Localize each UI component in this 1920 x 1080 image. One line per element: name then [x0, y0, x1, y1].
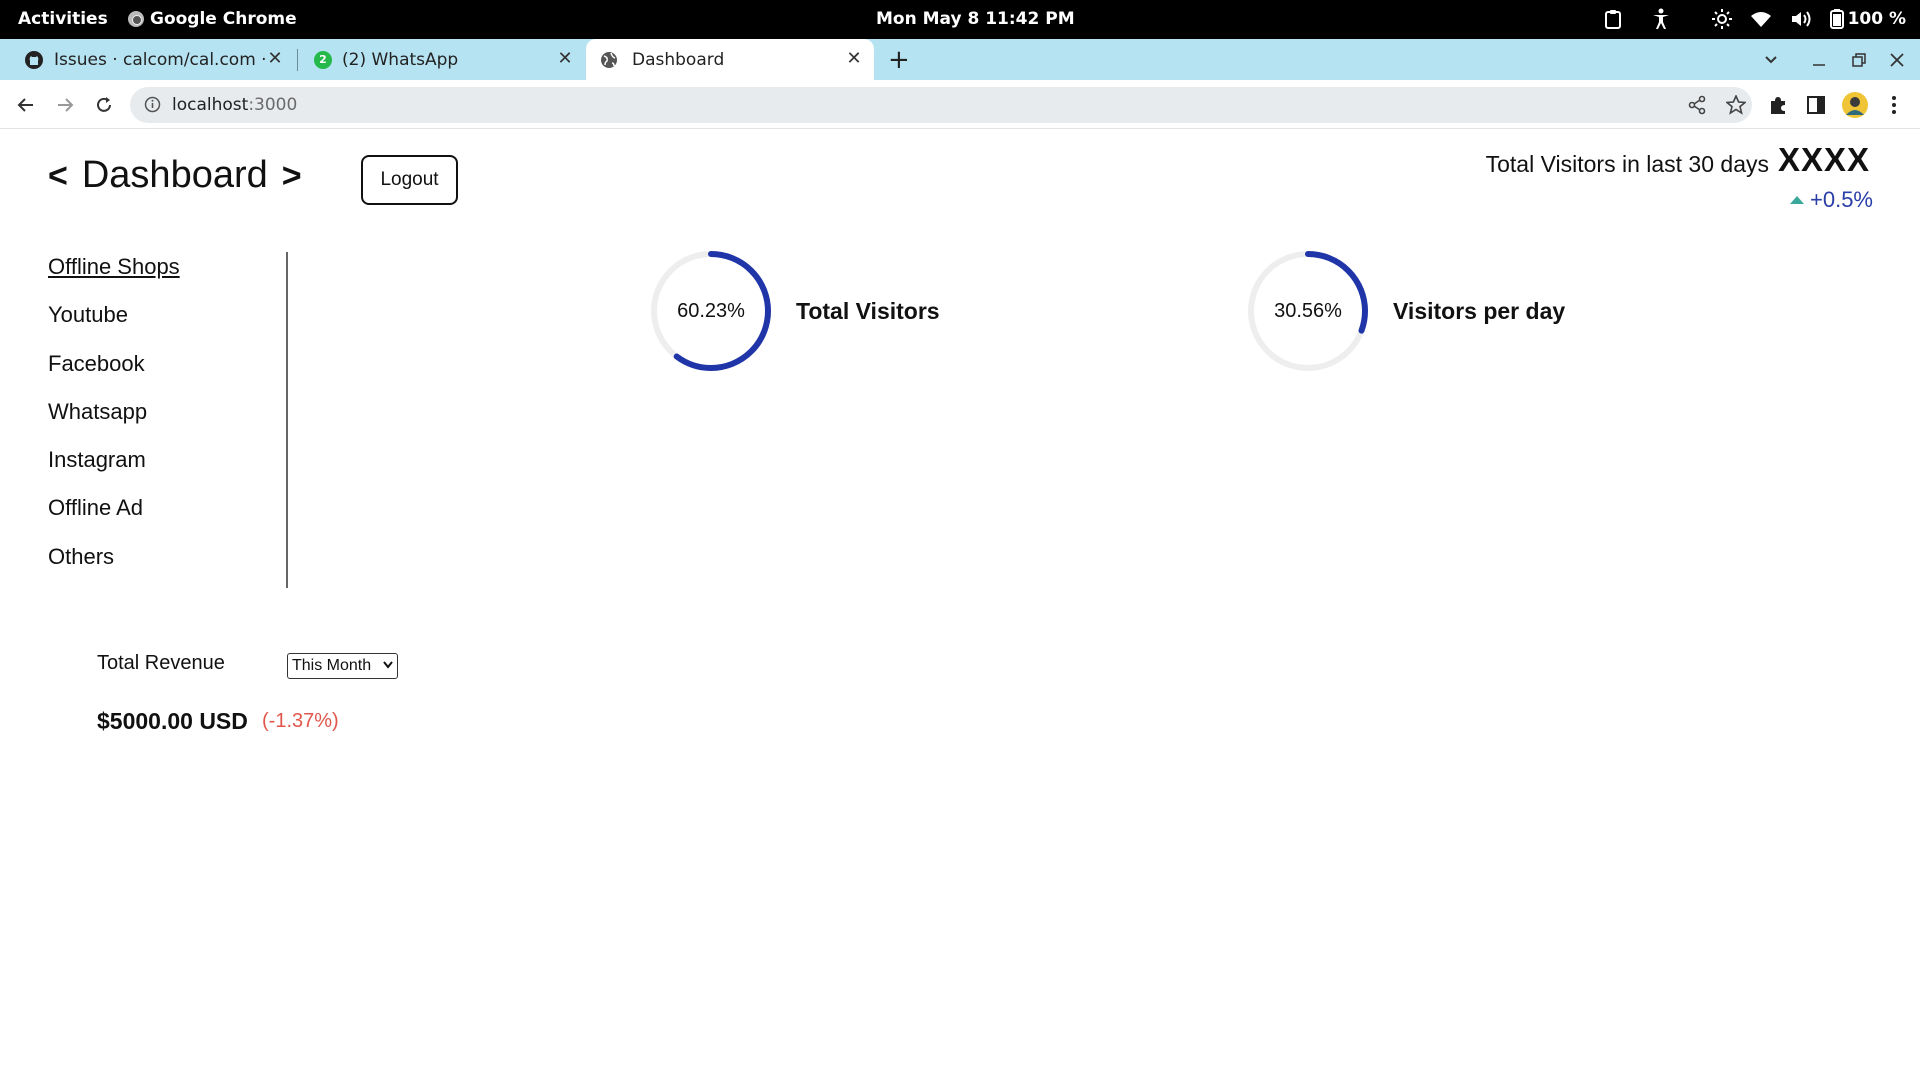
page-title: Dashboard — [81, 154, 268, 196]
tab-title: Issues · calcom/cal.com · G — [54, 49, 266, 70]
address-bar[interactable]: localhost:3000 — [130, 87, 1752, 123]
sidebar-item-facebook[interactable]: Facebook — [48, 349, 286, 397]
previous-arrow[interactable]: < — [48, 157, 68, 195]
minimize-icon[interactable] — [1812, 39, 1826, 80]
extensions-puzzle-icon[interactable] — [1766, 90, 1790, 120]
tab-title: (2) WhatsApp — [342, 49, 459, 70]
chrome-menu-icon[interactable] — [1882, 90, 1906, 120]
tab-title: Dashboard — [632, 49, 725, 70]
visitors-change: +0.5% — [1790, 187, 1873, 213]
sidebar-item-offline-ad[interactable]: Offline Ad — [48, 493, 286, 541]
selected-period: This Month — [292, 657, 372, 674]
volume-icon[interactable] — [1790, 6, 1812, 32]
wifi-icon[interactable] — [1750, 6, 1772, 32]
chevron-down-icon — [383, 658, 393, 672]
stat-label: Visitors per day — [1393, 297, 1566, 324]
close-window-icon[interactable] — [1890, 39, 1904, 80]
sidebar-item-others[interactable]: Others — [48, 542, 286, 590]
back-icon[interactable] — [11, 90, 41, 120]
revenue-label: Total Revenue — [97, 652, 225, 674]
url-text: localhost:3000 — [172, 95, 297, 115]
clock[interactable]: Mon May 8 11:42 PM — [876, 9, 1075, 29]
stat-card-total-visitors: 60.23% Total Visitors — [650, 250, 940, 372]
close-tab-icon[interactable]: ✕ — [265, 49, 285, 69]
next-arrow[interactable]: > — [282, 157, 302, 195]
close-tab-icon[interactable]: ✕ — [555, 49, 575, 69]
clipboard-icon[interactable] — [1604, 6, 1622, 32]
system-top-bar: Activities Google Chrome Mon May 8 11:42… — [0, 0, 1920, 39]
stat-label: Total Visitors — [796, 297, 940, 324]
tab-search-chevron-icon[interactable] — [1764, 39, 1778, 80]
logout-button[interactable]: Logout — [361, 155, 458, 205]
activities-button[interactable]: Activities — [18, 9, 108, 29]
tab-dashboard[interactable]: Dashboard ✕ — [586, 39, 874, 80]
whatsapp-icon: 2 — [314, 50, 332, 69]
ring-percent: 30.56% — [1274, 299, 1342, 322]
dashboard-page: < Dashboard > Logout Total Visitors in l… — [0, 130, 1920, 1080]
page-header: < Dashboard > — [48, 154, 302, 197]
brightness-icon[interactable] — [1711, 6, 1732, 32]
system-tray[interactable]: 100 % — [1604, 6, 1906, 32]
progress-ring: 30.56% — [1247, 250, 1369, 372]
sidebar-item-offline-shops[interactable]: Offline Shops — [48, 252, 286, 300]
new-tab-button[interactable]: + — [888, 47, 910, 73]
revenue-period-select[interactable]: This Month — [287, 653, 398, 679]
battery-icon — [1829, 9, 1844, 29]
visitors-summary-value: XXXX — [1777, 141, 1870, 178]
app-menu[interactable]: Google Chrome — [128, 9, 297, 29]
site-info-icon[interactable] — [144, 96, 161, 117]
tab-strip: Issues · calcom/cal.com · G ✕ 2 (2) What… — [0, 39, 1920, 80]
bookmark-star-icon[interactable] — [1724, 93, 1748, 119]
sidebar-item-instagram[interactable]: Instagram — [48, 445, 286, 493]
accessibility-icon[interactable] — [1652, 6, 1670, 32]
tab-whatsapp[interactable]: 2 (2) WhatsApp ✕ — [300, 39, 585, 80]
revenue-amount: $5000.00 USD — [97, 708, 248, 734]
profile-avatar[interactable] — [1841, 90, 1869, 120]
close-tab-icon[interactable]: ✕ — [844, 49, 864, 69]
reload-icon[interactable] — [89, 90, 119, 120]
visitors-change-value: +0.5% — [1810, 187, 1873, 212]
progress-ring: 60.23% — [650, 250, 772, 372]
sidebar-item-youtube[interactable]: Youtube — [48, 300, 286, 348]
revenue-change: (-1.37%) — [262, 710, 339, 732]
restore-icon[interactable] — [1852, 39, 1866, 80]
tab-separator — [297, 49, 298, 71]
battery-indicator[interactable]: 100 % — [1829, 6, 1906, 32]
sidebar-item-whatsapp[interactable]: Whatsapp — [48, 397, 286, 445]
trend-up-icon — [1790, 196, 1804, 204]
ring-percent: 60.23% — [677, 299, 745, 322]
tab-github-issues[interactable]: Issues · calcom/cal.com · G ✕ — [10, 39, 295, 80]
whatsapp-badge: 2 — [319, 53, 327, 66]
battery-percent: 100 % — [1847, 9, 1906, 29]
stat-card-visitors-per-day: 30.56% Visitors per day — [1247, 250, 1565, 372]
side-panel-icon[interactable] — [1804, 90, 1828, 120]
channel-sidebar: Offline Shops Youtube Facebook Whatsapp … — [48, 252, 288, 588]
url-host: localhost — [172, 95, 249, 115]
browser-toolbar: localhost:3000 — [0, 80, 1920, 129]
visitors-summary-label: Total Visitors in last 30 days — [1485, 151, 1769, 177]
share-icon[interactable] — [1688, 95, 1706, 119]
app-name: Google Chrome — [150, 9, 297, 29]
chrome-icon — [128, 11, 144, 27]
globe-icon — [601, 51, 617, 68]
github-icon — [25, 50, 43, 69]
url-port: :3000 — [248, 95, 298, 115]
forward-icon[interactable] — [50, 90, 80, 120]
